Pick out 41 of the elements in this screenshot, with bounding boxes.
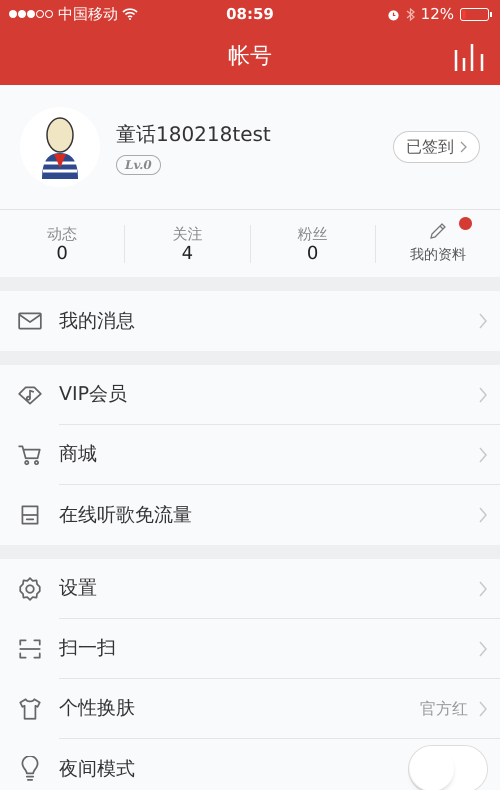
shirt-icon xyxy=(17,696,43,722)
user-name: 童话180218test xyxy=(116,121,271,148)
menu-item-label[interactable]: 设置 xyxy=(59,574,478,603)
menu-item-label[interactable]: 个性换肤 xyxy=(59,694,420,723)
chevron-icon xyxy=(460,141,467,153)
battery-percent: 12% xyxy=(420,4,454,25)
menu-item-value: 官方红 xyxy=(420,698,468,720)
stat-label: 关注 xyxy=(172,224,202,244)
checkin-button[interactable]: 已签到 xyxy=(393,131,480,163)
chevron-icon xyxy=(478,506,488,524)
stat-label: 动态 xyxy=(47,224,78,244)
chevron-icon xyxy=(478,580,488,598)
chevron-icon xyxy=(478,312,488,330)
carrier-name: 中国移动 xyxy=(58,4,118,25)
stat-label: 粉丝 xyxy=(298,224,328,244)
pencil-icon[interactable] xyxy=(428,221,448,241)
menu-item-label[interactable]: 商城 xyxy=(59,440,478,469)
chevron-icon xyxy=(478,700,488,718)
page-title: 帐号 xyxy=(228,43,272,71)
wifi-icon xyxy=(122,8,138,20)
settings-icon xyxy=(17,576,43,602)
signal-icon xyxy=(8,9,54,19)
chevron-icon xyxy=(478,640,488,658)
menu-item-label[interactable]: VIP会员 xyxy=(59,380,478,409)
stat-count[interactable]: 0 xyxy=(306,244,318,264)
stat-count[interactable]: 0 xyxy=(56,244,68,264)
avatar-icon[interactable] xyxy=(20,107,100,187)
battery-icon xyxy=(460,8,492,20)
stat-count[interactable]: 4 xyxy=(182,244,194,264)
alarm-icon xyxy=(386,8,400,20)
menu-item-label[interactable]: 在线听歌免流量 xyxy=(59,500,478,530)
chevron-icon xyxy=(478,386,488,404)
profile-link[interactable]: 我的资料 xyxy=(410,245,466,266)
menu-item-label[interactable]: 夜间模式 xyxy=(59,754,408,784)
menu-item-label[interactable]: 扫一扫 xyxy=(59,634,478,663)
clock-time: 08:59 xyxy=(226,4,274,25)
night-mode-toggle[interactable] xyxy=(408,745,488,790)
level-badge: Lv.0 xyxy=(116,155,161,175)
chevron-icon xyxy=(478,446,488,464)
bluetooth-icon xyxy=(406,6,415,22)
equalizer-icon[interactable] xyxy=(454,44,484,71)
